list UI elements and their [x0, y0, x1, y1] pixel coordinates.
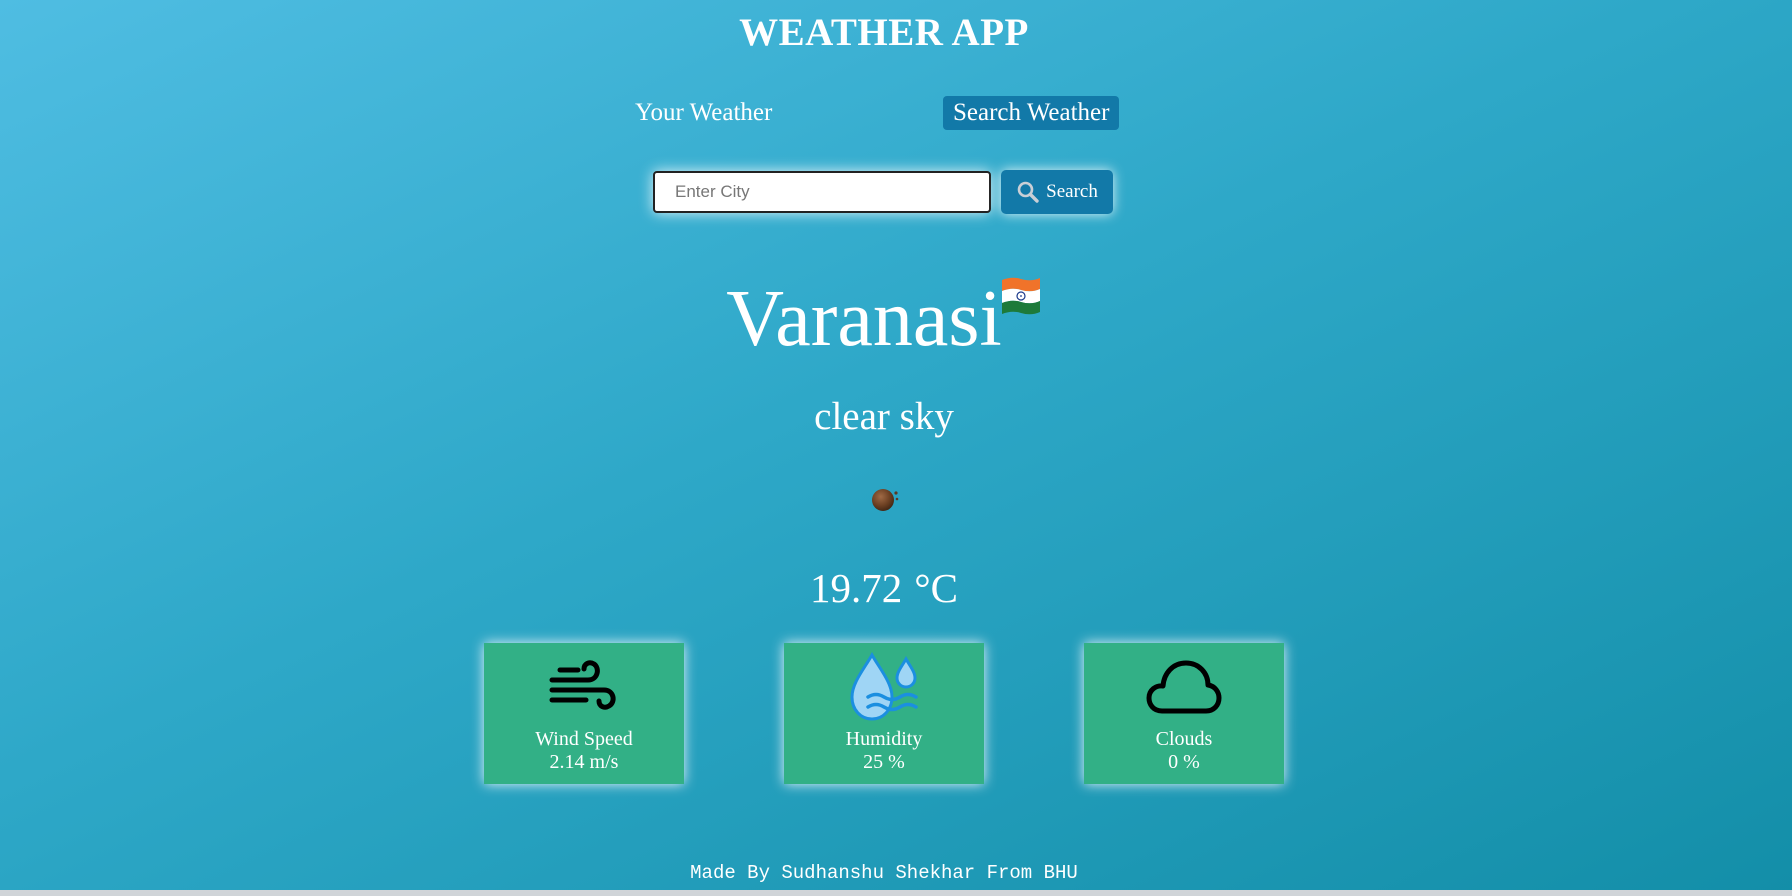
humidity-icon	[784, 651, 984, 721]
clouds-label: Clouds	[1155, 728, 1213, 750]
search-form: Search	[653, 170, 1113, 214]
clouds-value: 0 %	[1168, 751, 1200, 773]
footer-credit: Made By Sudhanshu Shekhar From BHU	[690, 862, 1078, 884]
temperature-unit: °C	[914, 565, 958, 611]
city-search-input[interactable]	[653, 171, 991, 213]
humidity-value: 25 %	[863, 751, 905, 773]
india-flag-icon	[1000, 274, 1042, 321]
search-icon	[1016, 180, 1040, 204]
wind-speed-value: 2.14 m/s	[549, 751, 619, 773]
tab-search-weather[interactable]: Search Weather	[943, 96, 1120, 130]
temperature: 19.72 °C	[0, 564, 1768, 612]
horizontal-scrollbar[interactable]	[0, 890, 1792, 896]
tab-your-weather[interactable]: Your Weather	[625, 96, 782, 130]
city-name: Varanasi	[726, 275, 1002, 363]
cloud-icon	[1084, 653, 1284, 721]
temperature-value: 19.72	[810, 565, 903, 611]
wind-speed-card: Wind Speed 2.14 m/s	[484, 643, 684, 784]
wind-icon	[484, 653, 684, 721]
humidity-card: Humidity 25 %	[784, 643, 984, 784]
app-title: WEATHER APP	[739, 11, 1029, 54]
clear-night-icon	[868, 484, 902, 514]
wind-speed-label: Wind Speed	[535, 728, 633, 750]
clouds-card: Clouds 0 %	[1084, 643, 1284, 784]
search-button-label: Search	[1046, 181, 1098, 202]
weather-description: clear sky	[814, 395, 954, 438]
humidity-label: Humidity	[845, 728, 923, 750]
search-button[interactable]: Search	[1001, 170, 1113, 214]
city-heading: Varanasi	[0, 262, 1768, 376]
